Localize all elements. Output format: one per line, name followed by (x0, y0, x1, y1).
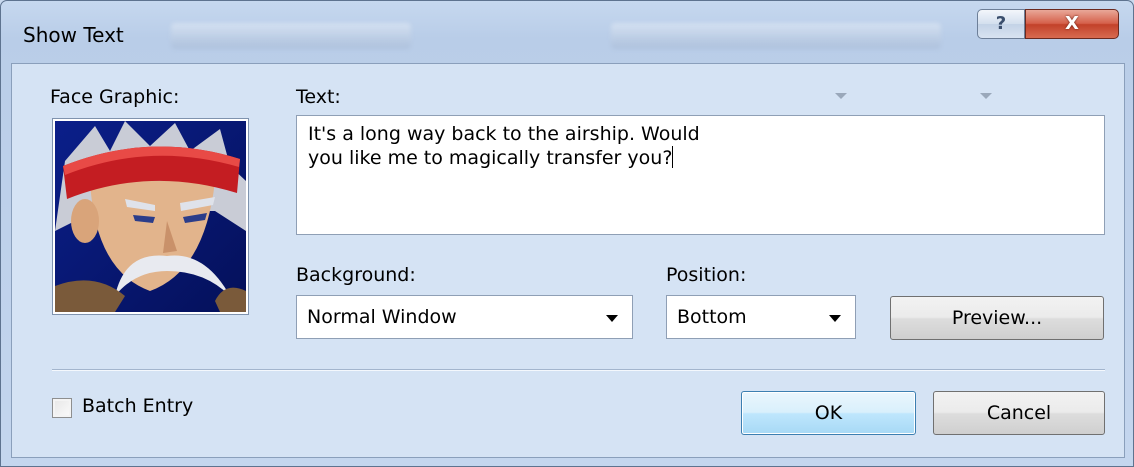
background-blur (611, 23, 941, 49)
dialog-body: Face Graphic: Text: It's a long way back… (11, 63, 1125, 458)
divider (52, 369, 1105, 371)
position-label: Position: (666, 264, 747, 286)
chevron-down-icon (829, 315, 841, 322)
position-select-value: Bottom (677, 306, 747, 328)
face-portrait-image (55, 121, 246, 312)
ok-button[interactable]: OK (741, 391, 916, 435)
chevron-down-icon (835, 93, 847, 99)
face-graphic-label: Face Graphic: (50, 86, 180, 108)
face-graphic[interactable] (52, 118, 249, 315)
message-text-value: It's a long way back to the airship. Wou… (308, 123, 700, 169)
background-label: Background: (296, 264, 416, 286)
batch-entry-checkbox[interactable] (52, 398, 72, 418)
help-icon: ? (995, 13, 1007, 34)
text-label: Text: (296, 86, 341, 108)
preview-button[interactable]: Preview... (890, 296, 1104, 340)
chevron-down-icon (606, 315, 618, 322)
dialog-title: Show Text (23, 23, 124, 47)
cancel-button[interactable]: Cancel (933, 391, 1105, 435)
help-button[interactable]: ? (977, 9, 1025, 39)
title-bar[interactable]: Show Text ? X (1, 1, 1133, 63)
background-select-value: Normal Window (307, 306, 457, 328)
close-icon: X (1065, 13, 1079, 34)
position-select[interactable]: Bottom (666, 295, 856, 339)
text-caret (672, 146, 674, 168)
chevron-down-icon (980, 93, 992, 99)
close-button[interactable]: X (1025, 9, 1119, 39)
batch-entry-label: Batch Entry (82, 395, 194, 417)
background-select[interactable]: Normal Window (296, 295, 633, 339)
background-blur (171, 23, 411, 49)
message-text-input[interactable]: It's a long way back to the airship. Wou… (296, 115, 1105, 235)
show-text-dialog: Show Text ? X Face Graphic: Text: It's a… (0, 0, 1134, 467)
